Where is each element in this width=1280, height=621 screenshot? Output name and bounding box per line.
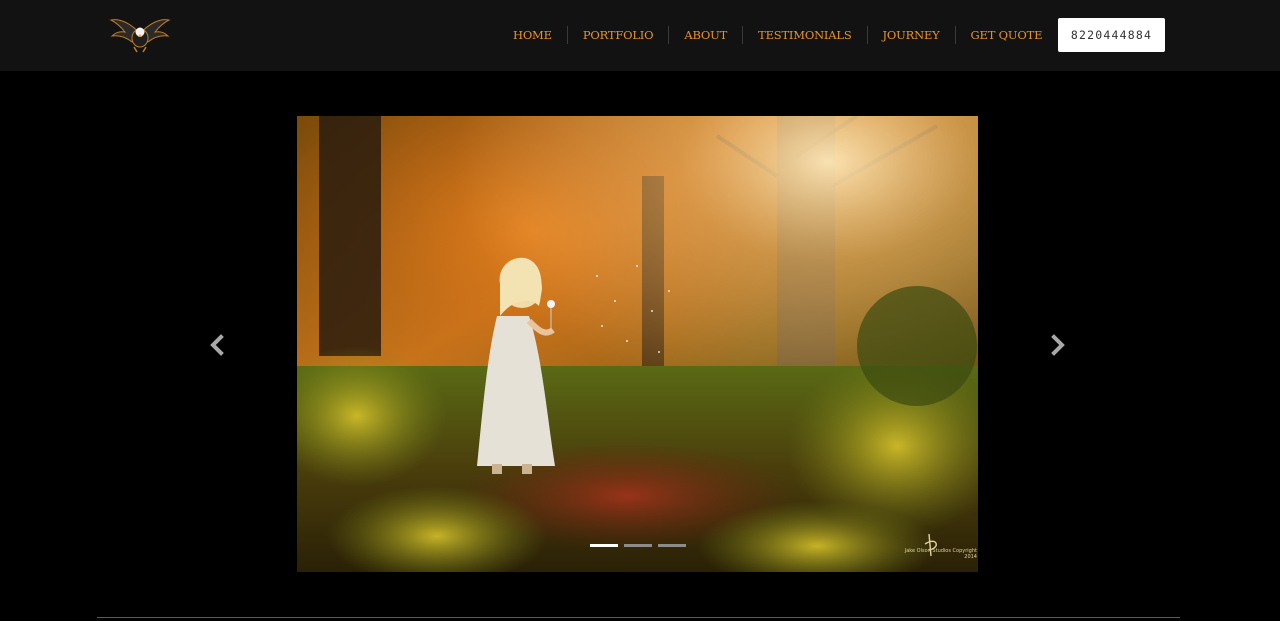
carousel-slide-image[interactable]: Jake Olson Studios Copyright 2014 — [297, 116, 978, 572]
carousel-prev-button[interactable] — [205, 331, 229, 359]
nav-journey[interactable]: JOURNEY — [868, 26, 956, 44]
main-nav: HOME PORTFOLIO ABOUT TESTIMONIALS JOURNE… — [498, 24, 1057, 46]
site-header: HOME PORTFOLIO ABOUT TESTIMONIALS JOURNE… — [0, 0, 1280, 71]
eagle-logo-icon[interactable] — [108, 14, 172, 56]
nav-get-quote[interactable]: GET QUOTE — [956, 26, 1058, 44]
carousel-next-button[interactable] — [1046, 331, 1070, 359]
photo-watermark: Jake Olson Studios Copyright 2014 — [904, 548, 977, 560]
nav-home[interactable]: HOME — [498, 26, 568, 44]
chevron-left-icon — [210, 334, 224, 356]
phone-button[interactable]: 8220444884 — [1058, 18, 1165, 52]
carousel-indicators — [590, 544, 686, 547]
carousel-indicator-3[interactable] — [658, 544, 686, 547]
carousel-indicator-2[interactable] — [624, 544, 652, 547]
nav-about[interactable]: ABOUT — [669, 26, 744, 44]
chevron-right-icon — [1051, 334, 1065, 356]
nav-testimonials[interactable]: TESTIMONIALS — [743, 26, 868, 44]
carousel-indicator-1[interactable] — [590, 544, 618, 547]
image-carousel: Jake Olson Studios Copyright 2014 — [0, 71, 1280, 611]
nav-portfolio[interactable]: PORTFOLIO — [568, 26, 670, 44]
section-divider — [97, 617, 1180, 618]
